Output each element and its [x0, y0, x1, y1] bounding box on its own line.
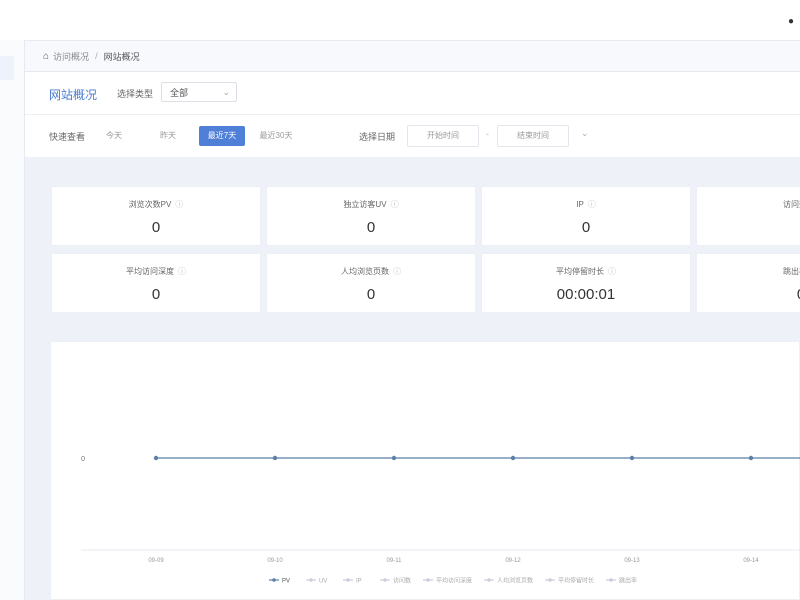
stat-value: 00:00:01: [556, 286, 616, 303]
info-icon[interactable]: ⓘ: [391, 200, 399, 209]
home-icon[interactable]: ⌂: [43, 51, 49, 62]
user-menu-icon[interactable]: ●: [788, 16, 794, 27]
stat-card-bounce-rate: 跳出率ⓘ 0: [696, 253, 800, 313]
stat-label: IP: [576, 200, 584, 209]
stat-label: 平均停留时长: [556, 267, 604, 276]
legend-marker-dot: [548, 578, 552, 582]
sidebar-item-active[interactable]: [0, 56, 14, 80]
legend-item-label: 平均停留时长: [558, 577, 594, 585]
legend-marker-dot: [346, 578, 350, 582]
x-tick-label: 09-09: [148, 558, 164, 564]
legend-item-label: 平均访问深度: [436, 577, 472, 585]
quick-button-30days[interactable]: 最近30天: [253, 126, 299, 146]
stat-label: 人均浏览页数: [341, 267, 389, 276]
stat-value: 0: [151, 219, 161, 236]
trend-chart-panel: 0 09-09 09-10 09-11 09-12 09-13 09-14 PV UV IP 访问数…: [50, 341, 800, 600]
start-date-placeholder: 开始时间: [427, 131, 459, 140]
stat-card-visits: 访问数ⓘ: [696, 186, 800, 246]
title-bar: 网站概况 选择类型 全部 ⌄: [25, 72, 800, 115]
x-tick-label: 09-12: [505, 558, 521, 564]
info-icon[interactable]: ⓘ: [178, 267, 186, 276]
legend-item-label: PV: [282, 579, 290, 585]
legend-marker-dot: [272, 578, 276, 582]
legend-item-label: 访问数: [393, 577, 411, 585]
quick-button-7days[interactable]: 最近7天: [199, 126, 245, 146]
stat-label: 独立访客UV: [343, 200, 387, 209]
end-date-placeholder: 结束时间: [517, 131, 549, 140]
legend-item-label: 跳出率: [619, 577, 637, 585]
stat-card-avg-duration: 平均停留时长 ⓘ 00:00:01: [481, 253, 691, 313]
legend-marker-dot: [426, 578, 430, 582]
start-date-input[interactable]: 开始时间: [407, 125, 479, 147]
legend-item-label: UV: [319, 579, 327, 585]
chevron-down-icon: ⌄: [222, 87, 230, 97]
data-point-pv: [272, 455, 278, 461]
legend-marker-dot: [383, 578, 387, 582]
stat-value: 0: [366, 219, 376, 236]
y-tick-label: 0: [81, 456, 85, 463]
filter-bar: 快速查看 今天 昨天 最近7天 最近30天 选择日期 开始时间 - 结束时间 ⌄: [25, 115, 800, 157]
type-select-value: 全部: [170, 87, 189, 98]
x-tick-label: 09-14: [743, 558, 759, 564]
stat-label: 平均访问深度: [126, 267, 174, 276]
stat-card-pv: 浏览次数PV ⓘ 0: [51, 186, 261, 246]
top-bar: ●: [0, 0, 800, 41]
legend-marker-dot: [487, 578, 491, 582]
breadcrumb: ⌂ 访问概况 / 网站概况: [25, 41, 800, 72]
data-point-pv: [153, 455, 159, 461]
info-icon[interactable]: ⓘ: [588, 200, 596, 209]
type-select[interactable]: 全部 ⌄: [161, 82, 237, 102]
date-separator: -: [486, 129, 489, 139]
stat-value: 0: [581, 219, 591, 236]
stat-label: 访问数: [783, 200, 800, 209]
stat-card-uv: 独立访客UV ⓘ 0: [266, 186, 476, 246]
chevron-down-icon: ⌄: [581, 128, 589, 138]
quick-button-yesterday[interactable]: 昨天: [145, 126, 191, 146]
breadcrumb-item-current: 网站概况: [103, 51, 140, 62]
stat-card-ip: IP ⓘ 0: [481, 186, 691, 246]
data-point-pv: [629, 455, 635, 461]
stat-card-avg-depth: 平均访问深度 ⓘ 0: [51, 253, 261, 313]
main-content: ⌂ 访问概况 / 网站概况 网站概况 选择类型 全部 ⌄ 快速查看 今天 昨天 …: [25, 41, 800, 600]
breadcrumb-separator: /: [95, 51, 98, 61]
type-label: 选择类型: [117, 89, 154, 99]
data-point-pv: [748, 455, 754, 461]
breadcrumb-item-parent[interactable]: 访问概况: [53, 50, 89, 63]
info-icon[interactable]: ⓘ: [175, 200, 183, 209]
stat-card-pages-per-user: 人均浏览页数 ⓘ 0: [266, 253, 476, 313]
date-label: 选择日期: [359, 132, 396, 142]
page-title: 网站概况: [49, 88, 98, 102]
data-point-pv: [510, 455, 516, 461]
legend-marker-dot: [309, 578, 313, 582]
x-tick-label: 09-11: [387, 558, 403, 564]
quick-view-label: 快速查看: [49, 132, 86, 142]
quick-button-today[interactable]: 今天: [91, 126, 137, 146]
trend-chart: 0 09-09 09-10 09-11 09-12 09-13 09-14 PV UV IP 访问数…: [81, 455, 800, 585]
stat-label: 跳出率: [783, 267, 800, 276]
stat-value: 0: [151, 286, 161, 303]
info-icon[interactable]: ⓘ: [608, 267, 616, 276]
stat-value: 0: [366, 286, 376, 303]
data-point-pv: [391, 455, 397, 461]
legend-marker-dot: [609, 578, 613, 582]
stat-value: 0: [697, 286, 800, 303]
info-icon[interactable]: ⓘ: [393, 267, 401, 276]
legend-item-label: 人均浏览页数: [497, 577, 533, 585]
sidebar: [0, 40, 25, 600]
stat-label: 浏览次数PV: [128, 200, 172, 209]
x-tick-label: 09-10: [267, 558, 283, 564]
legend-item-label: IP: [356, 579, 362, 585]
x-tick-label: 09-13: [624, 558, 640, 564]
end-date-input[interactable]: 结束时间: [497, 125, 569, 147]
